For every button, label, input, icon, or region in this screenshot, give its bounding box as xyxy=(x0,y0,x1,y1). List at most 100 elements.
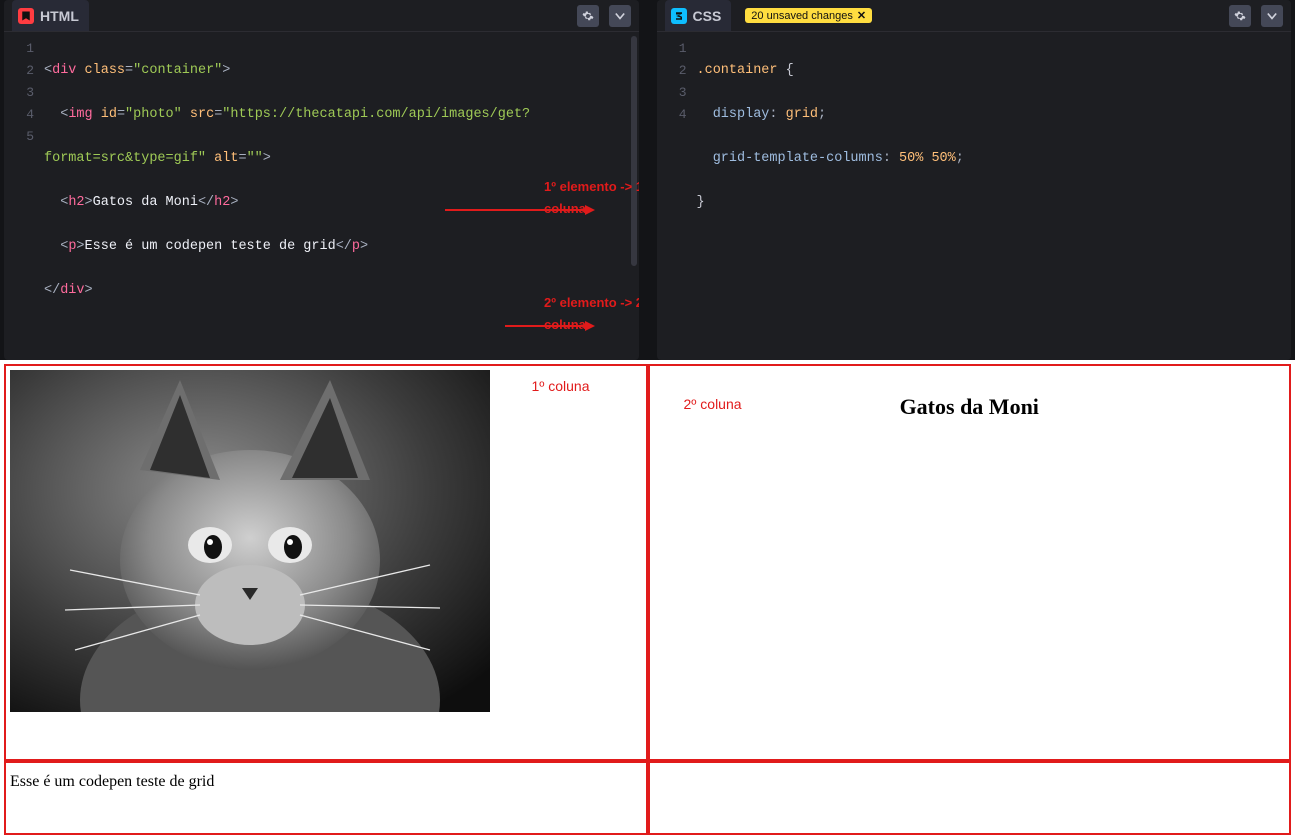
code-token: class xyxy=(85,63,126,78)
code-token: </ xyxy=(336,239,352,254)
code-token xyxy=(778,63,786,78)
css-pane: CSS 20 unsaved changes ✕ 1 2 3 4 .contai… xyxy=(657,0,1292,360)
code-token: "https://thecatapi.com/api/images/get? xyxy=(222,107,530,122)
css-icon xyxy=(671,8,687,24)
code-token xyxy=(206,151,214,166)
code-token: p xyxy=(352,239,360,254)
html-pane: HTML 1 2 3 4 5 <div class="container"> <… xyxy=(4,0,639,360)
code-token: div xyxy=(60,283,84,298)
code-token: > xyxy=(263,151,271,166)
html-icon xyxy=(18,8,34,24)
code-token: </ xyxy=(44,283,60,298)
arrow-icon xyxy=(454,292,544,360)
code-token xyxy=(182,107,190,122)
code-token: display xyxy=(713,107,770,122)
code-token xyxy=(44,107,60,122)
chevron-down-icon xyxy=(615,11,625,21)
html-code-area[interactable]: 1 2 3 4 5 <div class="container"> <img i… xyxy=(4,32,639,360)
code-token: id xyxy=(101,107,117,122)
settings-button[interactable] xyxy=(1229,5,1251,27)
code-token: "photo" xyxy=(125,107,182,122)
expand-button[interactable] xyxy=(1261,5,1283,27)
code-token: h2 xyxy=(214,195,230,210)
css-pane-title: CSS xyxy=(693,8,722,24)
code-token: > xyxy=(76,239,84,254)
grid-cell-1: 1º coluna xyxy=(4,364,648,761)
grid-container: 1º coluna xyxy=(4,364,1291,835)
code-token xyxy=(76,63,84,78)
html-tab[interactable]: HTML xyxy=(12,0,89,31)
code-token: Gatos da Moni xyxy=(93,195,198,210)
line-number: 1 xyxy=(657,38,687,60)
css-code-area[interactable]: 1 2 3 4 .container { display: grid; grid… xyxy=(657,32,1292,360)
code-token: ; xyxy=(956,151,964,166)
line-number: 1 xyxy=(4,38,34,60)
unsaved-text: 20 unsaved changes xyxy=(751,10,853,22)
preview-heading: Gatos da Moni xyxy=(650,394,1290,420)
code-token: grid xyxy=(786,107,818,122)
code-token: "" xyxy=(247,151,263,166)
code-token: </ xyxy=(198,195,214,210)
line-number: 3 xyxy=(4,82,34,104)
code-token: : xyxy=(883,151,899,166)
code-token: Esse é um codepen teste de grid xyxy=(85,239,336,254)
code-token xyxy=(44,195,60,210)
code-token: format=src&type=gif" xyxy=(44,151,206,166)
line-number: 5 xyxy=(4,126,34,148)
chevron-down-icon xyxy=(1267,11,1277,21)
preview-area: 1º coluna xyxy=(0,360,1295,839)
unsaved-badge[interactable]: 20 unsaved changes ✕ xyxy=(745,8,872,23)
code-token: "container" xyxy=(133,63,222,78)
settings-button[interactable] xyxy=(577,5,599,27)
html-code[interactable]: <div class="container"> <img id="photo" … xyxy=(44,38,639,354)
code-token: = xyxy=(125,63,133,78)
code-token xyxy=(697,151,713,166)
css-gutter: 1 2 3 4 xyxy=(657,38,697,354)
code-token: div xyxy=(52,63,76,78)
code-token: h2 xyxy=(68,195,84,210)
css-tab[interactable]: CSS xyxy=(665,0,732,31)
column-label: 1º coluna xyxy=(531,378,589,394)
cat-image xyxy=(10,370,490,712)
code-token xyxy=(93,107,101,122)
gear-icon xyxy=(582,10,594,22)
code-token: grid-template-columns xyxy=(713,151,883,166)
line-number: 2 xyxy=(657,60,687,82)
code-token: .container xyxy=(697,63,778,78)
code-token: { xyxy=(786,63,794,78)
grid-cell-4 xyxy=(648,761,1292,836)
code-token: src xyxy=(190,107,214,122)
code-token xyxy=(44,239,60,254)
code-token: > xyxy=(85,283,93,298)
editor-area: HTML 1 2 3 4 5 <div class="container"> <… xyxy=(0,0,1295,360)
html-gutter: 1 2 3 4 5 xyxy=(4,38,44,354)
code-token: ; xyxy=(818,107,826,122)
css-pane-header: CSS 20 unsaved changes ✕ xyxy=(657,0,1292,32)
gear-icon xyxy=(1234,10,1246,22)
code-token xyxy=(697,107,713,122)
code-token: img xyxy=(68,107,92,122)
html-pane-title: HTML xyxy=(40,8,79,24)
code-token: = xyxy=(238,151,246,166)
code-token: > xyxy=(230,195,238,210)
column-label: 2º coluna xyxy=(684,396,742,412)
code-token: } xyxy=(697,195,705,210)
close-icon[interactable]: ✕ xyxy=(857,9,866,22)
code-token: < xyxy=(44,63,52,78)
html-pane-header: HTML xyxy=(4,0,639,32)
line-number: 4 xyxy=(657,104,687,126)
line-number: 3 xyxy=(657,82,687,104)
preview-paragraph: Esse é um codepen teste de grid xyxy=(6,763,646,791)
line-number: 4 xyxy=(4,104,34,126)
grid-cell-2: 2º coluna Gatos da Moni xyxy=(648,364,1292,761)
code-token: alt xyxy=(214,151,238,166)
code-token: > xyxy=(360,239,368,254)
code-token: > xyxy=(222,63,230,78)
expand-button[interactable] xyxy=(609,5,631,27)
code-token: > xyxy=(85,195,93,210)
grid-cell-3: Esse é um codepen teste de grid xyxy=(4,761,648,836)
code-token: = xyxy=(117,107,125,122)
css-code[interactable]: .container { display: grid; grid-templat… xyxy=(697,38,1292,354)
line-number: 2 xyxy=(4,60,34,82)
code-token: : xyxy=(769,107,785,122)
